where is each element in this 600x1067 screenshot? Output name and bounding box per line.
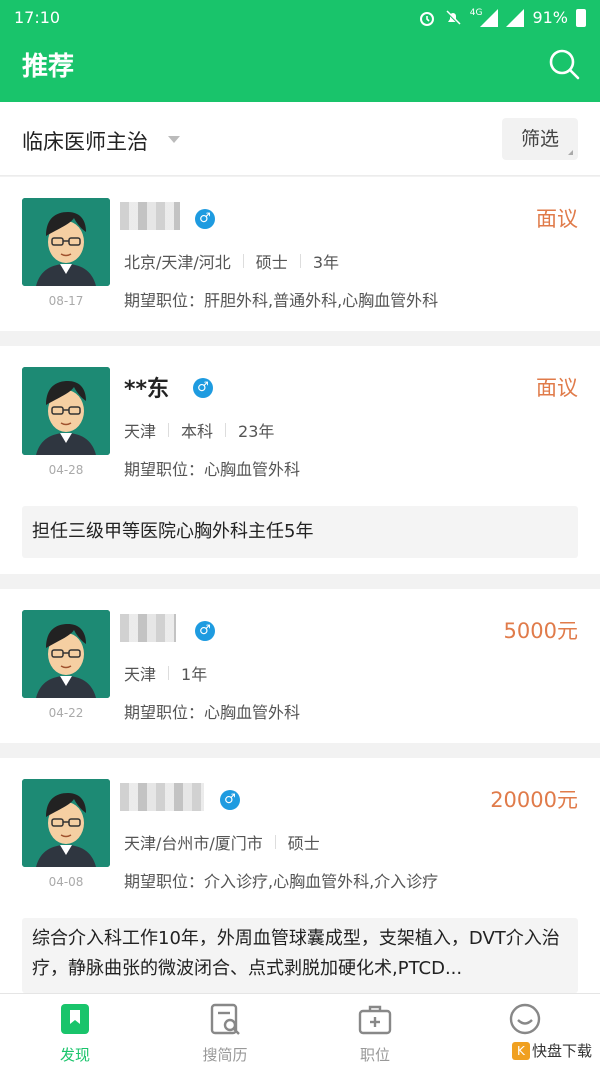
resume-search-icon — [210, 1003, 240, 1035]
post-date: 08-17 — [48, 294, 84, 308]
expected-position: 期望职位：肝胆外科,普通外科,心胸血管外科 — [124, 291, 439, 310]
signal-icon — [480, 8, 499, 27]
salary: 面议 — [536, 207, 578, 231]
app-bar: 推荐 — [0, 36, 600, 102]
briefcase-icon — [358, 1005, 392, 1035]
male-icon: ♂ — [195, 209, 215, 229]
alarm-icon — [419, 11, 434, 26]
experience: 1年 — [181, 665, 208, 684]
post-date: 04-08 — [48, 875, 84, 889]
tab-label: 发现 — [59, 1046, 90, 1064]
battery-percent: 91% — [532, 8, 568, 27]
blurred-name — [120, 783, 204, 811]
tab-jobs[interactable]: 职位 — [300, 994, 450, 1067]
blurred-name — [120, 202, 180, 230]
corner-triangle-icon — [568, 150, 573, 155]
location: 天津/台州市/厦门市 — [124, 834, 263, 853]
candidate-description: 担任三级甲等医院心胸外科主任5年 — [22, 506, 578, 558]
location: 北京/天津/河北 — [124, 253, 231, 272]
status-bar: 17:10 4G 91% — [0, 0, 600, 36]
salary: 20000元 — [490, 788, 578, 812]
watermark-logo-icon: K — [511, 1041, 530, 1060]
avatar — [22, 779, 110, 867]
status-time: 17:10 — [14, 8, 61, 27]
male-icon: ♂ — [193, 378, 213, 398]
experience: 3年 — [312, 253, 339, 272]
avatar — [22, 198, 110, 286]
education: 本科 — [181, 422, 214, 441]
tab-label: 搜简历 — [202, 1046, 248, 1064]
candidate-card[interactable]: 04-08 ♂ 20000元 天津/台州市/厦门市 硕士 期望职位：介入诊疗,心… — [0, 758, 600, 993]
filter-label: 筛选 — [520, 128, 559, 150]
bottom-tab-bar: 发现 搜简历 职位 K 快盘下载 — [0, 993, 600, 1067]
post-date: 04-22 — [48, 706, 84, 720]
candidate-meta: 天津/台州市/厦门市 硕士 — [124, 830, 320, 854]
expected-position: 期望职位：心胸血管外科 — [124, 460, 301, 479]
candidate-meta: 天津 本科 23年 — [124, 418, 274, 442]
watermark: K 快盘下载 — [511, 1040, 592, 1061]
candidate-description: 综合介入科工作10年，外周血管球囊成型，支架植入，DVT介入治疗，静脉曲张的微波… — [22, 918, 578, 993]
expected-position: 期望职位：介入诊疗,心胸血管外科,介入诊疗 — [124, 872, 439, 891]
avatar — [22, 610, 110, 698]
candidate-card[interactable]: 08-17 ♂ 面议 北京/天津/河北 硕士 3年 期望职位：肝胆外科,普通外科… — [0, 177, 600, 331]
chevron-down-icon[interactable] — [168, 136, 180, 143]
category-dropdown[interactable]: 临床医师主治 — [22, 126, 148, 156]
tab-label: 职位 — [359, 1046, 390, 1064]
candidate-card[interactable]: 04-22 ♂ 5000元 天津 1年 期望职位：心胸血管外科 — [0, 589, 600, 743]
candidate-meta: 天津 1年 — [124, 661, 207, 685]
salary: 5000元 — [503, 619, 578, 643]
signal-icon-2 — [506, 8, 525, 27]
tab-search-resume[interactable]: 搜简历 — [150, 994, 300, 1067]
mute-bell-icon — [445, 9, 461, 26]
battery-icon — [576, 8, 586, 27]
watermark-text: 快盘下载 — [531, 1042, 592, 1060]
avatar — [22, 367, 110, 455]
male-icon: ♂ — [195, 621, 215, 641]
candidate-name: **东 — [124, 377, 170, 402]
bookmark-icon — [61, 1004, 89, 1034]
location: 天津 — [124, 422, 157, 441]
status-icons: 4G 91% — [418, 8, 586, 27]
search-icon[interactable] — [548, 48, 580, 80]
page-title: 推荐 — [22, 52, 75, 82]
education: 硕士 — [255, 253, 288, 272]
location: 天津 — [124, 665, 157, 684]
tab-discover[interactable]: 发现 — [0, 994, 150, 1067]
education: 硕士 — [287, 834, 320, 853]
expected-position: 期望职位：心胸血管外科 — [124, 703, 301, 722]
filter-button[interactable]: 筛选 — [502, 118, 578, 160]
salary: 面议 — [536, 376, 578, 400]
candidate-card[interactable]: 04-28 **东 ♂ 面议 天津 本科 23年 期望职位：心胸血管外科 担任三… — [0, 346, 600, 574]
blurred-name — [120, 614, 176, 642]
filter-bar: 临床医师主治 筛选 — [0, 102, 600, 176]
experience: 23年 — [238, 422, 275, 441]
post-date: 04-28 — [48, 463, 84, 477]
smiley-icon — [509, 1003, 541, 1035]
male-icon: ♂ — [220, 790, 240, 810]
candidate-meta: 北京/天津/河北 硕士 3年 — [124, 249, 339, 273]
